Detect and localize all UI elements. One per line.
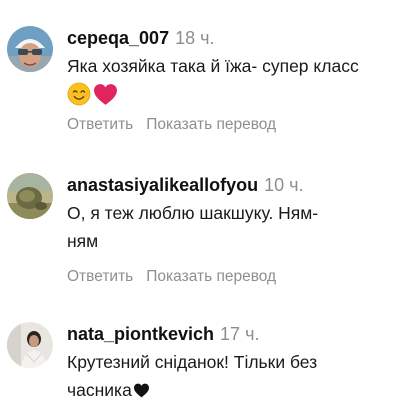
comment-username[interactable]: сереqa_007 <box>67 28 169 48</box>
comment-text: Крутезний сніданок! Тільки без часника <box>67 348 392 401</box>
comment-list: сереqa_007 18 ч. Яка хозяйка така й їжа- … <box>0 0 400 401</box>
comment-actions: Ответить Показать перевод <box>67 116 392 134</box>
comment-username[interactable]: anastasiyalikeallofyou <box>67 175 258 195</box>
avatar[interactable] <box>7 322 53 368</box>
avatar-image <box>7 322 53 368</box>
avatar[interactable] <box>7 173 53 219</box>
comment-text: Яка хозяйка така й їжа- супер класс <box>67 52 392 80</box>
reply-button[interactable]: Ответить <box>67 268 133 285</box>
comment-timestamp: 18 ч. <box>175 28 215 48</box>
comment-text-line-with-emoji: часника <box>67 376 392 401</box>
comment-timestamp: 17 ч. <box>220 324 260 344</box>
comment-actions: Ответить Показать перевод <box>67 268 392 286</box>
comment-text: О, я теж люблю шакшуку. Ням- ням <box>67 199 392 255</box>
comment-text-line: О, я теж люблю шакшуку. Ням- <box>67 203 319 223</box>
comment-username[interactable]: nata_piontkevich <box>67 324 214 344</box>
avatar[interactable] <box>7 26 53 72</box>
comment-text-line: ням <box>67 231 99 251</box>
comment-timestamp: 10 ч. <box>264 175 304 195</box>
avatar-image <box>7 26 53 72</box>
reply-button[interactable]: Ответить <box>67 116 133 133</box>
black-heart-icon <box>133 383 149 397</box>
show-translation-button[interactable]: Показать перевод <box>146 268 276 285</box>
comment-text-line: Крутезний сніданок! Тільки без <box>67 352 318 372</box>
avatar-image <box>7 173 53 219</box>
comment-text-line: Яка хозяйка така й їжа- супер класс <box>67 56 359 76</box>
show-translation-button[interactable]: Показать перевод <box>146 116 276 133</box>
red-heart-icon <box>94 83 117 105</box>
smiling-face-icon <box>67 82 91 106</box>
comment-emojis <box>67 81 392 107</box>
comment-text-line: часника <box>67 380 132 400</box>
